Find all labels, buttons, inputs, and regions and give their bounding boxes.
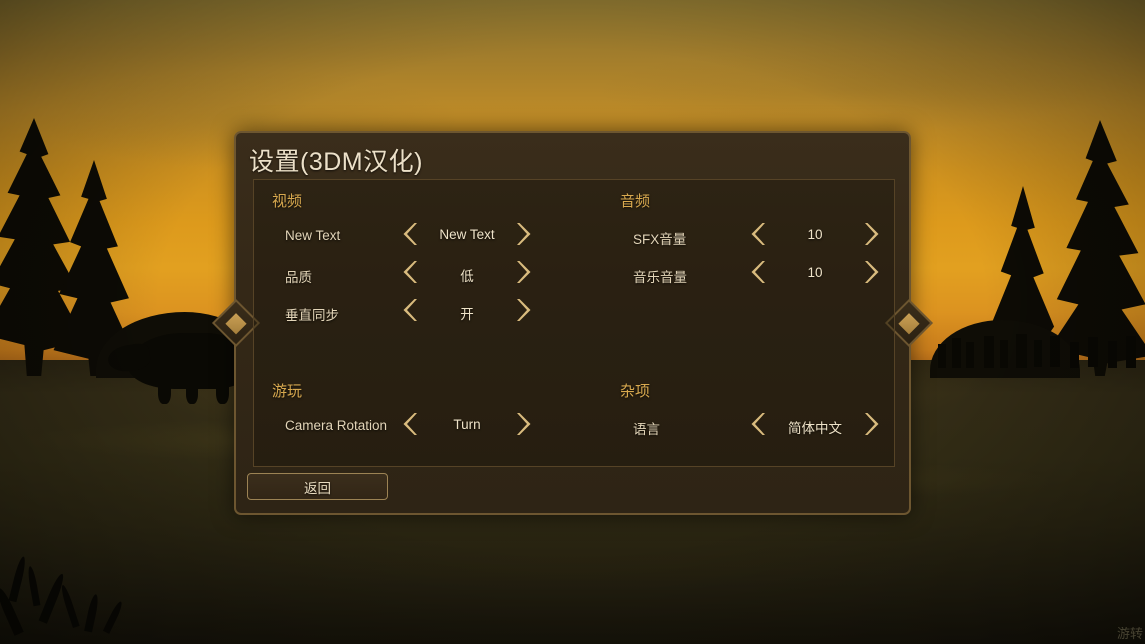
setting-row-misc-0: 语言 简体中文 <box>620 409 882 447</box>
figure-silhouette <box>1050 336 1060 367</box>
setting-control: 低 <box>400 257 534 287</box>
setting-value: 简体中文 <box>788 421 842 436</box>
group-title-misc: 杂项 <box>620 383 651 400</box>
settings-group-video: 视频 New Text New Text 品质 低 垂直同步 开 <box>272 190 534 333</box>
figure-silhouette <box>1016 334 1027 368</box>
setting-label: 语言 <box>633 422 660 437</box>
chevron-right-icon[interactable] <box>512 221 534 247</box>
chevron-right-icon[interactable] <box>860 221 882 247</box>
setting-value: 低 <box>460 269 474 284</box>
setting-label: New Text <box>285 228 341 243</box>
figure-silhouette <box>1108 341 1117 368</box>
setting-row-video-2: 垂直同步 开 <box>272 295 534 333</box>
chevron-right-icon[interactable] <box>860 411 882 437</box>
figure-silhouette <box>1070 342 1079 368</box>
group-title-video: 视频 <box>272 193 303 210</box>
setting-control: 简体中文 <box>748 409 882 439</box>
settings-group-gameplay: 游玩 Camera Rotation Turn <box>272 380 534 447</box>
setting-value: New Text <box>439 227 495 242</box>
chevron-right-icon[interactable] <box>512 259 534 285</box>
page-title: 设置(3DM汉化) <box>249 148 423 176</box>
figure-silhouette <box>966 342 974 368</box>
game-screen: 游转 设置(3DM汉化) 视频 New Text New Text 品质 低 垂… <box>0 0 1145 644</box>
setting-value: 10 <box>807 265 823 280</box>
group-title-gameplay: 游玩 <box>272 383 303 400</box>
chevron-right-icon[interactable] <box>512 411 534 437</box>
figure-silhouette <box>1126 336 1136 368</box>
animal-silhouette-leg <box>158 378 171 404</box>
chevron-left-icon[interactable] <box>748 221 770 247</box>
setting-value: 10 <box>807 227 823 242</box>
setting-label: 垂直同步 <box>285 308 339 323</box>
setting-row-gameplay-0: Camera Rotation Turn <box>272 409 534 447</box>
settings-panel: 设置(3DM汉化) 视频 New Text New Text 品质 低 垂直同步… <box>211 131 934 515</box>
figure-silhouette <box>1088 337 1098 367</box>
animal-silhouette-leg <box>216 378 229 404</box>
settings-group-audio: 音频 SFX音量 10 音乐音量 10 <box>620 190 882 295</box>
setting-control: 10 <box>748 219 882 249</box>
animal-silhouette-leg <box>186 380 198 404</box>
chevron-right-icon[interactable] <box>512 297 534 323</box>
chevron-left-icon[interactable] <box>748 411 770 437</box>
setting-row-audio-1: 音乐音量 10 <box>620 257 882 295</box>
figure-silhouette <box>952 338 961 368</box>
setting-value: 开 <box>460 307 474 322</box>
back-button[interactable]: 返回 <box>247 473 388 500</box>
settings-content-area: 视频 New Text New Text 品质 低 垂直同步 开 音频 SFX音… <box>253 179 895 467</box>
setting-label: Camera Rotation <box>285 418 388 433</box>
setting-control: Turn <box>400 409 534 439</box>
setting-row-video-0: New Text New Text <box>272 219 534 257</box>
settings-group-misc: 杂项 语言 简体中文 <box>620 380 882 447</box>
setting-label: 品质 <box>285 270 312 285</box>
chevron-left-icon[interactable] <box>400 259 422 285</box>
chevron-left-icon[interactable] <box>400 297 422 323</box>
setting-label: SFX音量 <box>633 232 687 247</box>
figure-silhouette <box>984 336 994 368</box>
setting-label: 音乐音量 <box>633 270 687 285</box>
chevron-right-icon[interactable] <box>860 259 882 285</box>
figure-silhouette <box>1000 340 1008 368</box>
setting-row-audio-0: SFX音量 10 <box>620 219 882 257</box>
chevron-left-icon[interactable] <box>748 259 770 285</box>
chevron-left-icon[interactable] <box>400 411 422 437</box>
setting-control: New Text <box>400 219 534 249</box>
watermark-text: 游转 <box>1116 627 1143 642</box>
setting-row-video-1: 品质 低 <box>272 257 534 295</box>
figure-silhouette <box>938 344 946 368</box>
setting-value: Turn <box>453 417 481 432</box>
figure-silhouette <box>1034 340 1042 367</box>
setting-control: 10 <box>748 257 882 287</box>
group-title-audio: 音频 <box>620 193 651 210</box>
chevron-left-icon[interactable] <box>400 221 422 247</box>
setting-control: 开 <box>400 295 534 325</box>
